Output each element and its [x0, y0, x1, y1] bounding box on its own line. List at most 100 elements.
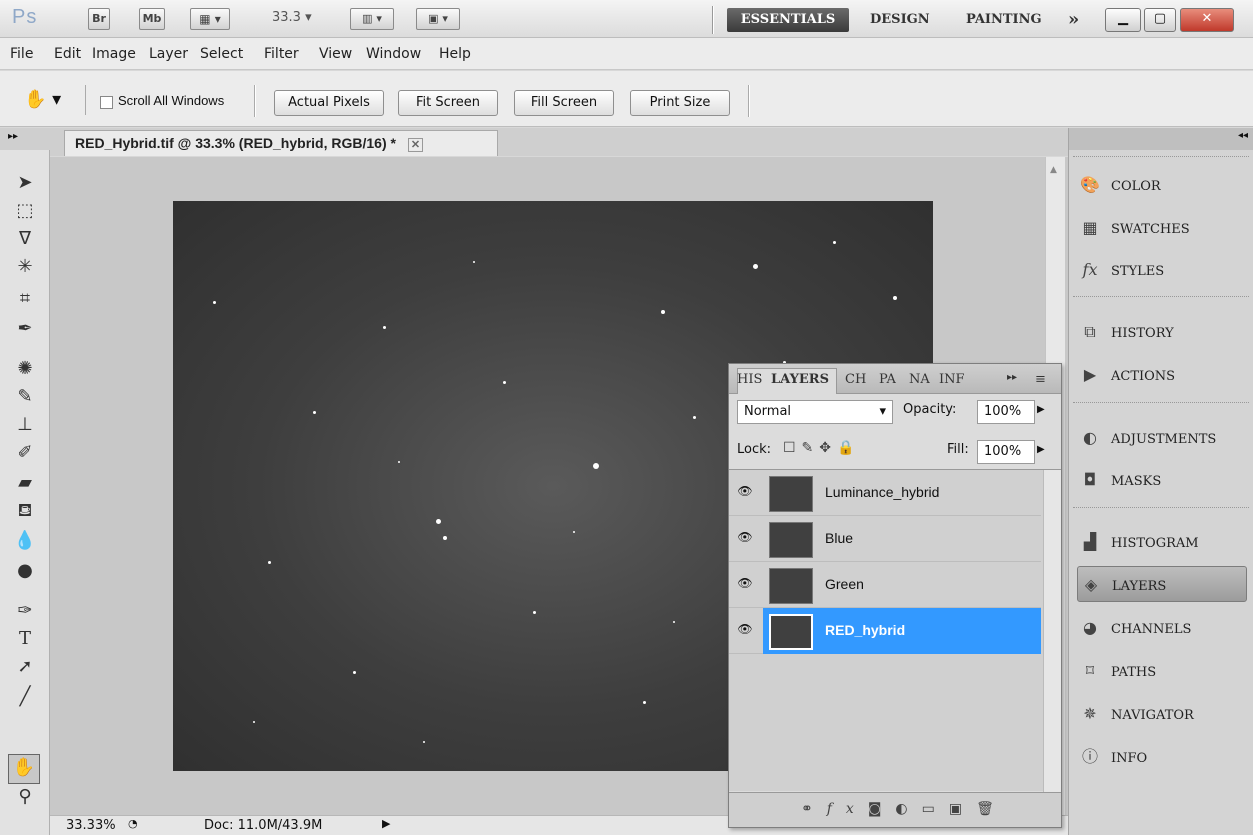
dock-item-actions[interactable]: ▶ ACTIONS: [1077, 357, 1247, 393]
view-extras-button[interactable]: ▦ ▾: [190, 8, 230, 30]
healing-brush-tool-icon[interactable]: ✺: [12, 356, 38, 382]
tab-navigator[interactable]: NA: [909, 372, 930, 387]
dock-item-navigator[interactable]: ✵ NAVIGATOR: [1077, 696, 1247, 732]
tab-channels[interactable]: CH: [845, 372, 866, 387]
dock-item-histogram[interactable]: ▟ HISTOGRAM: [1077, 524, 1247, 560]
mask-icon[interactable]: ◙: [868, 801, 896, 817]
fx-icon[interactable]: fx: [827, 801, 868, 817]
paint-bucket-tool-icon[interactable]: ⛾: [12, 498, 38, 524]
opacity-input[interactable]: 100%: [977, 400, 1035, 424]
dodge-tool-icon[interactable]: ●: [12, 558, 38, 584]
fill-slider-arrow-icon[interactable]: ▶: [1037, 444, 1045, 455]
type-tool-icon[interactable]: T: [12, 626, 38, 652]
status-menu-arrow-icon[interactable]: ▶: [382, 817, 390, 830]
maximize-button[interactable]: ▢: [1144, 8, 1176, 32]
minimize-button[interactable]: ▁: [1105, 8, 1141, 32]
visibility-eye-icon[interactable]: 👁: [737, 484, 753, 500]
menu-help[interactable]: Help: [439, 46, 471, 62]
layer-row-selected[interactable]: 👁 RED_hybrid: [729, 608, 1041, 654]
adjustment-layer-icon[interactable]: ◐: [895, 801, 921, 817]
workspace-painting[interactable]: PAINTING: [966, 8, 1042, 32]
crop-tool-icon[interactable]: ⌗: [12, 286, 38, 312]
pen-tool-icon[interactable]: ✑: [12, 598, 38, 624]
zoom-level-dropdown[interactable]: 33.3 ▾: [272, 10, 312, 25]
dock-item-channels[interactable]: ◕ CHANNELS: [1077, 610, 1247, 646]
dock-item-styles[interactable]: fx STYLES: [1077, 252, 1247, 288]
new-group-icon[interactable]: ▭: [922, 801, 949, 817]
layers-scrollbar[interactable]: [1043, 470, 1061, 792]
opacity-slider-arrow-icon[interactable]: ▶: [1037, 404, 1045, 415]
tool-preset-picker[interactable]: ✋ ▾: [10, 85, 86, 115]
screen-mode-button[interactable]: ▣ ▾: [416, 8, 460, 30]
document-tab[interactable]: RED_Hybrid.tif @ 33.3% (RED_hybrid, RGB/…: [64, 130, 498, 156]
menu-layer[interactable]: Layer: [149, 46, 188, 62]
mini-bridge-button[interactable]: Mb: [139, 8, 165, 30]
new-layer-icon[interactable]: ▣: [949, 801, 976, 817]
eraser-tool-icon[interactable]: ▰: [12, 470, 38, 496]
print-size-button[interactable]: Print Size: [630, 90, 730, 116]
menu-window[interactable]: Window: [366, 46, 421, 62]
dock-item-swatches[interactable]: ▦ SWATCHES: [1077, 210, 1247, 246]
workspace-essentials[interactable]: ESSENTIALS: [727, 8, 849, 32]
workspace-design[interactable]: DESIGN: [870, 8, 930, 32]
fill-input[interactable]: 100%: [977, 440, 1035, 464]
history-brush-tool-icon[interactable]: ✐: [12, 440, 38, 466]
layer-row[interactable]: 👁 Blue: [729, 516, 1041, 562]
clone-stamp-tool-icon[interactable]: ⊥: [12, 412, 38, 438]
link-layers-icon[interactable]: ⚭: [801, 801, 827, 817]
blur-tool-icon[interactable]: 💧: [12, 528, 38, 554]
visibility-eye-icon[interactable]: 👁: [737, 622, 753, 638]
fit-screen-button[interactable]: Fit Screen: [398, 90, 498, 116]
tab-layers[interactable]: LAYERS: [771, 372, 829, 387]
actual-pixels-button[interactable]: Actual Pixels: [274, 90, 384, 116]
menu-edit[interactable]: Edit: [54, 46, 81, 62]
dock-item-color[interactable]: 🎨 COLOR: [1077, 167, 1247, 203]
blend-mode-dropdown[interactable]: Normal ▾: [737, 400, 893, 424]
visibility-eye-icon[interactable]: 👁: [737, 530, 753, 546]
status-zoom[interactable]: 33.33%: [66, 818, 116, 833]
visibility-eye-icon[interactable]: 👁: [737, 576, 753, 592]
marquee-tool-icon[interactable]: ⬚: [12, 198, 38, 224]
dock-item-adjustments[interactable]: ◐ ADJUSTMENTS: [1077, 420, 1247, 456]
bridge-button[interactable]: Br: [88, 8, 110, 30]
status-info-icon[interactable]: ◔: [128, 817, 138, 830]
trash-icon[interactable]: 🗑: [976, 801, 1008, 817]
dock-header[interactable]: ◂◂: [1069, 128, 1253, 150]
collapse-panel-icon[interactable]: ▸▸: [1007, 372, 1017, 383]
lock-icons[interactable]: ☐✎✥🔒: [783, 440, 860, 456]
panel-menu-icon[interactable]: ≡: [1035, 372, 1046, 387]
eyedropper-tool-icon[interactable]: ✒: [12, 316, 38, 342]
menu-select[interactable]: Select: [200, 46, 243, 62]
collapse-dock-icon[interactable]: ◂◂: [1238, 130, 1248, 141]
menu-image[interactable]: Image: [92, 46, 136, 62]
tab-info[interactable]: INF: [939, 372, 965, 387]
line-tool-icon[interactable]: ╱: [12, 684, 38, 710]
scroll-up-icon[interactable]: ▲: [1050, 165, 1057, 175]
close-button[interactable]: ✕: [1180, 8, 1234, 32]
tab-paths[interactable]: PA: [879, 372, 896, 387]
dock-item-paths[interactable]: ⌑ PATHS: [1077, 653, 1247, 689]
menu-file[interactable]: File: [10, 46, 33, 62]
brush-tool-icon[interactable]: ✎: [12, 384, 38, 410]
fill-screen-button[interactable]: Fill Screen: [514, 90, 614, 116]
menu-filter[interactable]: Filter: [264, 46, 299, 62]
menu-view[interactable]: View: [319, 46, 352, 62]
scroll-all-windows-checkbox[interactable]: [100, 96, 113, 109]
lasso-tool-icon[interactable]: ᐁ: [12, 226, 38, 252]
hand-tool-icon[interactable]: ✋: [8, 754, 40, 784]
close-document-icon[interactable]: ✕: [407, 138, 424, 152]
tools-panel-header[interactable]: ▸▸: [0, 128, 50, 150]
more-workspaces-button[interactable]: »: [1068, 8, 1079, 32]
layer-row[interactable]: 👁 Green: [729, 562, 1041, 608]
magic-wand-tool-icon[interactable]: ✳: [12, 254, 38, 280]
tab-history[interactable]: HIS: [737, 372, 762, 387]
move-tool-icon[interactable]: ➤: [12, 170, 38, 196]
arrange-documents-button[interactable]: ▥ ▾: [350, 8, 394, 30]
dock-item-history[interactable]: ⧉ HISTORY: [1077, 314, 1247, 350]
path-selection-tool-icon[interactable]: ➚: [12, 654, 38, 680]
layer-row[interactable]: 👁 Luminance_hybrid: [729, 470, 1041, 516]
dock-item-info[interactable]: ⓘ INFO: [1077, 739, 1247, 775]
dock-item-masks[interactable]: ◘ MASKS: [1077, 462, 1247, 498]
dock-item-layers[interactable]: ◈ LAYERS: [1077, 566, 1247, 602]
zoom-tool-icon[interactable]: ⚲: [12, 784, 38, 810]
